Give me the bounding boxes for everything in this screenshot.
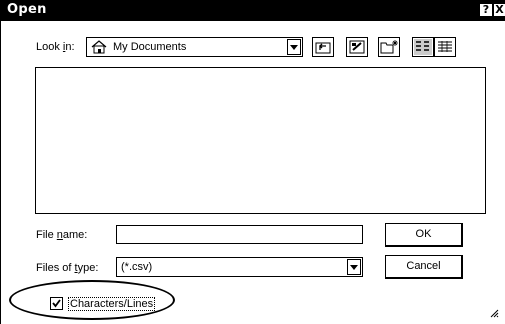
file-name-input[interactable] — [116, 225, 363, 244]
chevron-down-icon[interactable] — [347, 259, 361, 275]
file-list[interactable] — [35, 67, 486, 214]
files-of-type-label: Files of type: — [36, 262, 99, 274]
details-view-icon — [435, 41, 455, 59]
close-button[interactable]: X — [493, 3, 505, 17]
desktop-button[interactable] — [346, 37, 368, 57]
up-one-level-button[interactable] — [312, 37, 334, 57]
characters-lines-label[interactable]: Characters/Lines — [68, 297, 156, 311]
desktop-icon — [347, 40, 367, 59]
files-of-type-select[interactable]: (*.csv) — [116, 257, 363, 277]
help-button[interactable]: ? — [479, 3, 493, 17]
ok-button[interactable]: OK — [385, 223, 463, 247]
resize-grip-icon[interactable] — [489, 308, 499, 318]
new-folder-button[interactable] — [378, 37, 400, 57]
cancel-button[interactable]: Cancel — [385, 255, 463, 279]
title-bar[interactable]: Open ? X — [1, 0, 505, 21]
new-folder-icon — [379, 40, 399, 59]
list-view-button[interactable] — [412, 37, 434, 57]
file-name-label: File name: — [36, 229, 88, 241]
details-view-button[interactable] — [434, 37, 456, 57]
characters-lines-checkbox[interactable] — [50, 297, 63, 310]
chevron-down-icon[interactable] — [287, 39, 301, 55]
dialog-title: Open — [7, 2, 47, 17]
home-folder-icon — [91, 40, 107, 54]
files-of-type-value: (*.csv) — [121, 261, 153, 273]
look-in-select[interactable]: My Documents — [86, 37, 303, 57]
list-view-icon — [413, 39, 433, 59]
up-one-level-icon — [313, 42, 333, 59]
look-in-label: Look in: — [36, 41, 75, 53]
look-in-value: My Documents — [113, 41, 187, 53]
open-dialog: Open ? X Look in: My Documents File name… — [0, 0, 505, 324]
